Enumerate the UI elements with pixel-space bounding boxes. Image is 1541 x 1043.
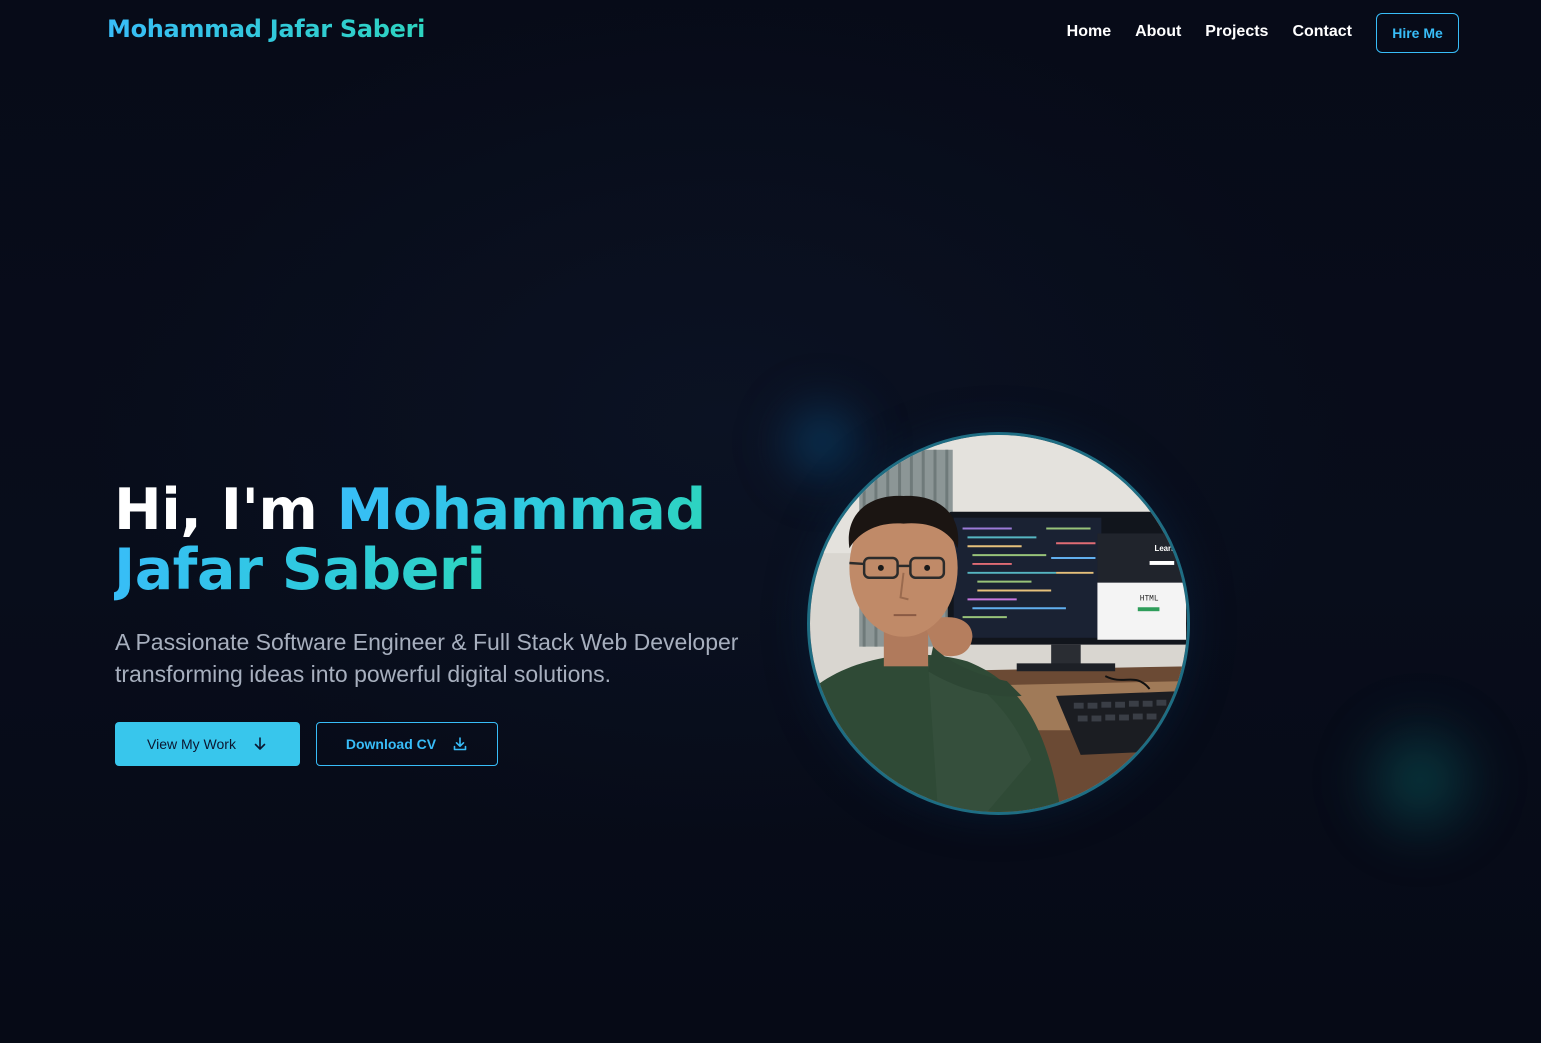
nav-link-contact[interactable]: Contact [1292, 22, 1352, 42]
download-icon [452, 736, 468, 752]
hero-subtitle: A Passionate Software Engineer & Full St… [115, 629, 739, 687]
navbar: Mohammad Jafar Saberi Home About Project… [0, 0, 1541, 66]
arrow-down-icon [252, 736, 268, 752]
glow-orb-teal [1345, 705, 1495, 855]
nav-link-projects[interactable]: Projects [1205, 22, 1268, 42]
hero-name-line2: Jafar Saberi [114, 537, 486, 603]
screen-text-learn: Learn [1155, 544, 1177, 553]
profile-photo: Learn HTML [807, 432, 1190, 815]
hero-name-line1: Mohammad [336, 477, 706, 543]
hire-me-button[interactable]: Hire Me [1376, 13, 1459, 53]
site-logo[interactable]: Mohammad Jafar Saberi [107, 15, 425, 43]
view-my-work-button[interactable]: View My Work [115, 722, 300, 766]
view-my-work-label: View My Work [147, 736, 236, 752]
nav-link-about[interactable]: About [1135, 22, 1181, 42]
download-cv-label: Download CV [345, 736, 437, 752]
download-cv-button[interactable]: Download CV [316, 722, 498, 766]
hero-title: Hi, I'm Mohammad Jafar Saberi [114, 480, 774, 600]
hero-greeting: Hi, I'm [114, 477, 318, 543]
glow-orb-blue [765, 385, 880, 500]
hero-page: Mohammad Jafar Saberi Home About Project… [0, 0, 1541, 1043]
nav-links: Home About Projects Contact [1067, 22, 1352, 42]
screen-text-html: HTML [1140, 594, 1159, 603]
nav-link-home[interactable]: Home [1067, 22, 1111, 42]
